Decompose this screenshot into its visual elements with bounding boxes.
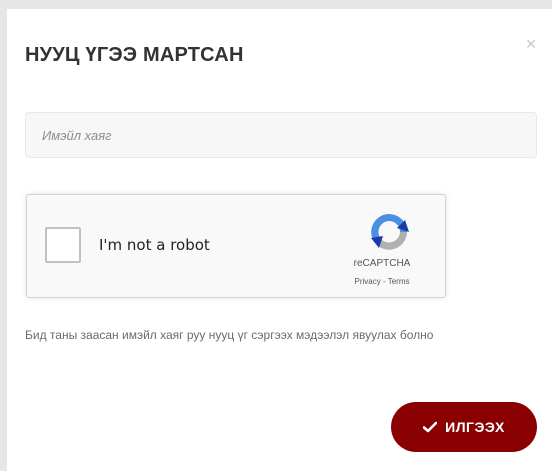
recaptcha-links: Privacy - Terms <box>327 276 437 288</box>
recaptcha-widget: I'm not a robot reCAPTCHA Privacy - Term… <box>26 194 446 298</box>
modal-title: НУУЦ ҮГЭЭ МАРТСАН <box>25 44 244 66</box>
check-icon <box>423 421 438 433</box>
recaptcha-label: I'm not a robot <box>99 236 210 254</box>
recaptcha-link-separator: - <box>380 277 388 286</box>
close-button[interactable]: × <box>521 34 541 54</box>
close-icon[interactable]: × <box>526 34 537 54</box>
info-text: Бид таны заасан имэйл хаяг руу нууц үг с… <box>25 328 434 342</box>
recaptcha-brand: reCAPTCHA <box>353 258 411 269</box>
recaptcha-privacy-link[interactable]: Privacy <box>355 277 381 286</box>
submit-button-label: ИЛГЭЭХ <box>445 419 505 435</box>
recaptcha-checkbox[interactable] <box>45 227 81 263</box>
forgot-password-modal: НУУЦ ҮГЭЭ МАРТСАН × I'm not a robot reCA… <box>7 9 552 471</box>
recaptcha-terms-link[interactable]: Terms <box>388 277 410 286</box>
recaptcha-logo-icon <box>371 214 409 250</box>
submit-button[interactable]: ИЛГЭЭХ <box>391 402 537 452</box>
email-input[interactable] <box>25 112 537 158</box>
